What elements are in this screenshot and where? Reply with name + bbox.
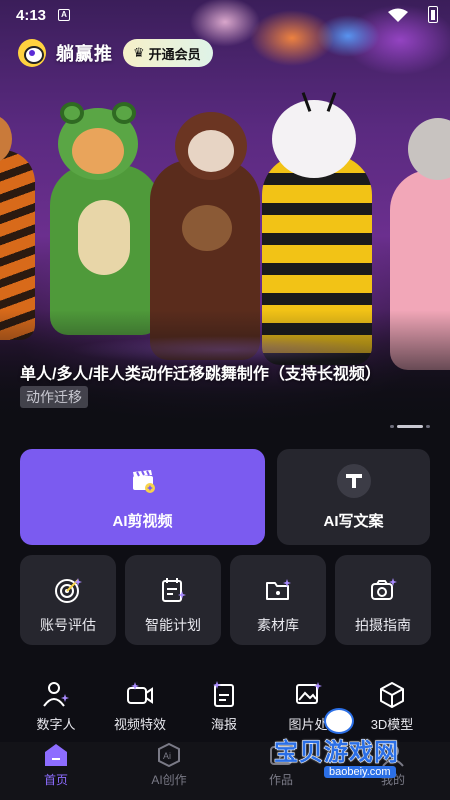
watermark-mascot-icon (324, 708, 354, 734)
ai-create-icon: Ai (158, 742, 180, 768)
banner-tag: 动作迁移 (20, 386, 88, 408)
ai-copywriting-label: AI写文案 (323, 512, 384, 530)
vip-button-label: 开通会员 (148, 46, 201, 62)
ai-copywriting-button[interactable]: AI写文案 (277, 449, 430, 545)
poster-shortcut[interactable]: 海报 (184, 680, 264, 733)
notification-a-icon: A (58, 9, 70, 21)
status-time: 4:13 (16, 7, 47, 24)
digital-human-shortcut[interactable]: 数字人 (16, 680, 96, 733)
banner-title: 单人/多人/非人类动作迁移跳舞制作（支持长视频） (20, 366, 381, 383)
svg-text:Ai: Ai (163, 751, 171, 761)
shortcut-label: 海报 (210, 717, 237, 732)
tool-label: 智能计划 (145, 617, 201, 633)
camera-icon (371, 578, 397, 600)
video-effect-icon (127, 682, 153, 704)
poster-icon (213, 681, 234, 707)
digital-human-icon (43, 682, 69, 707)
nav-home[interactable]: 首页 (11, 742, 101, 788)
text-t-icon (336, 463, 371, 498)
nav-label: AI创作 (151, 773, 187, 787)
watermark: 宝贝游戏网 baobeiy.com (270, 702, 430, 782)
banner-pagination (390, 425, 430, 428)
nav-label: 首页 (43, 773, 68, 787)
clapperboard-icon (126, 464, 160, 498)
shooting-guide-button[interactable]: 拍摄指南 (335, 555, 431, 645)
app-name: 躺赢推 (56, 44, 113, 64)
video-effects-shortcut[interactable]: 视频特效 (100, 680, 180, 733)
folder-icon (266, 579, 291, 600)
app-header: 躺赢推 ♛ 开通会员 (18, 38, 213, 68)
target-icon (55, 578, 82, 603)
crown-icon: ♛ (133, 45, 145, 60)
smart-plan-button[interactable]: 智能计划 (125, 555, 221, 645)
pagination-dot (390, 425, 394, 428)
wifi-icon (388, 8, 408, 22)
account-evaluation-button[interactable]: 账号评估 (20, 555, 116, 645)
pagination-dot (426, 425, 430, 428)
pagination-dot-active (397, 425, 423, 428)
status-bar: 4:13 A (0, 0, 450, 30)
shortcut-label: 数字人 (36, 717, 76, 732)
tool-label: 账号评估 (40, 617, 96, 633)
calendar-plan-icon (162, 578, 186, 602)
watermark-url: baobeiy.com (324, 766, 396, 778)
app-logo-icon (18, 39, 46, 67)
nav-ai-create[interactable]: Ai AI创作 (124, 742, 214, 788)
ai-video-edit-button[interactable]: AI剪视频 (20, 449, 265, 545)
tool-label: 素材库 (257, 617, 299, 633)
tool-label: 拍摄指南 (355, 617, 411, 633)
home-icon (45, 744, 67, 766)
material-library-button[interactable]: 素材库 (230, 555, 326, 645)
battery-icon (428, 6, 438, 23)
ai-video-edit-label: AI剪视频 (112, 512, 173, 530)
watermark-text: 宝贝游戏网 (274, 739, 399, 767)
shortcut-label: 视频特效 (113, 717, 166, 732)
vip-button[interactable]: ♛ 开通会员 (123, 39, 213, 67)
